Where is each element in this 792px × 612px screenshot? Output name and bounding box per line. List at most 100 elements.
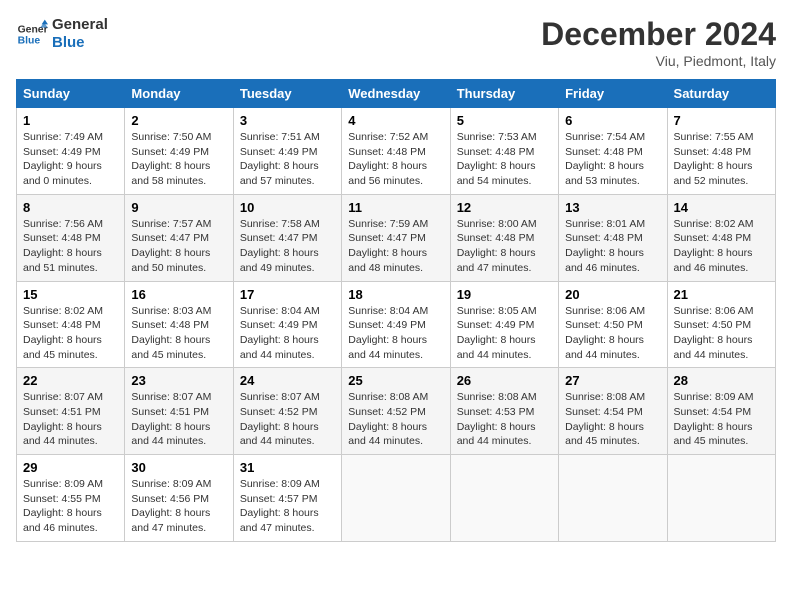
day-info: Sunrise: 7:54 AMSunset: 4:48 PMDaylight:… xyxy=(565,130,660,189)
weekday-header-saturday: Saturday xyxy=(667,80,775,108)
day-number: 14 xyxy=(674,200,769,215)
day-info: Sunrise: 8:08 AMSunset: 4:53 PMDaylight:… xyxy=(457,390,552,449)
title-block: December 2024 Viu, Piedmont, Italy xyxy=(541,16,776,69)
calendar-cell: 8Sunrise: 7:56 AMSunset: 4:48 PMDaylight… xyxy=(17,194,125,281)
calendar-cell: 20Sunrise: 8:06 AMSunset: 4:50 PMDayligh… xyxy=(559,281,667,368)
calendar-cell xyxy=(667,455,775,542)
day-number: 15 xyxy=(23,287,118,302)
calendar-cell: 30 Sunrise: 8:09 AMSunset: 4:56 PMDayligh… xyxy=(125,455,233,542)
day-number: 17 xyxy=(240,287,335,302)
day-info: Sunrise: 8:01 AMSunset: 4:48 PMDaylight:… xyxy=(565,217,660,276)
day-number: 13 xyxy=(565,200,660,215)
day-number: 10 xyxy=(240,200,335,215)
day-number: 19 xyxy=(457,287,552,302)
calendar-cell: 26 Sunrise: 8:08 AMSunset: 4:53 PMDayligh… xyxy=(450,368,558,455)
day-info: Sunrise: 8:09 AMSunset: 4:54 PMDaylight:… xyxy=(674,390,769,449)
day-info: Sunrise: 8:08 AMSunset: 4:52 PMDaylight:… xyxy=(348,390,443,449)
day-info: Sunrise: 7:49 AMSunset: 4:49 PMDaylight:… xyxy=(23,130,118,189)
day-info: Sunrise: 7:59 AMSunset: 4:47 PMDaylight:… xyxy=(348,217,443,276)
weekday-header-wednesday: Wednesday xyxy=(342,80,450,108)
day-number: 3 xyxy=(240,113,335,128)
calendar-cell: 13 Sunrise: 8:01 AMSunset: 4:48 PMDayligh… xyxy=(559,194,667,281)
day-info: Sunrise: 8:06 AMSunset: 4:50 PMDaylight:… xyxy=(674,304,769,363)
location-subtitle: Viu, Piedmont, Italy xyxy=(541,53,776,69)
day-info: Sunrise: 8:07 AMSunset: 4:51 PMDaylight:… xyxy=(131,390,226,449)
calendar-cell: 24 Sunrise: 8:07 AMSunset: 4:52 PMDayligh… xyxy=(233,368,341,455)
calendar-cell: 4 Sunrise: 7:52 AMSunset: 4:48 PMDaylight… xyxy=(342,108,450,195)
day-info: Sunrise: 8:03 AMSunset: 4:48 PMDaylight:… xyxy=(131,304,226,363)
day-number: 9 xyxy=(131,200,226,215)
day-info: Sunrise: 8:00 AMSunset: 4:48 PMDaylight:… xyxy=(457,217,552,276)
day-info: Sunrise: 8:08 AMSunset: 4:54 PMDaylight:… xyxy=(565,390,660,449)
day-number: 30 xyxy=(131,460,226,475)
day-number: 7 xyxy=(674,113,769,128)
calendar-cell: 3 Sunrise: 7:51 AMSunset: 4:49 PMDaylight… xyxy=(233,108,341,195)
weekday-header-thursday: Thursday xyxy=(450,80,558,108)
calendar-cell xyxy=(559,455,667,542)
calendar-cell: 12 Sunrise: 8:00 AMSunset: 4:48 PMDayligh… xyxy=(450,194,558,281)
day-number: 29 xyxy=(23,460,118,475)
calendar-cell: 25Sunrise: 8:08 AMSunset: 4:52 PMDayligh… xyxy=(342,368,450,455)
calendar-week-row: 1 Sunrise: 7:49 AMSunset: 4:49 PMDaylight… xyxy=(17,108,776,195)
calendar-week-row: 22Sunrise: 8:07 AMSunset: 4:51 PMDayligh… xyxy=(17,368,776,455)
day-number: 11 xyxy=(348,200,443,215)
day-info: Sunrise: 7:55 AMSunset: 4:48 PMDaylight:… xyxy=(674,130,769,189)
calendar-cell: 11 Sunrise: 7:59 AMSunset: 4:47 PMDayligh… xyxy=(342,194,450,281)
calendar-cell: 23 Sunrise: 8:07 AMSunset: 4:51 PMDayligh… xyxy=(125,368,233,455)
day-number: 6 xyxy=(565,113,660,128)
day-number: 18 xyxy=(348,287,443,302)
weekday-header-friday: Friday xyxy=(559,80,667,108)
svg-text:Blue: Blue xyxy=(18,36,41,47)
calendar-cell: 16 Sunrise: 8:03 AMSunset: 4:48 PMDayligh… xyxy=(125,281,233,368)
day-info: Sunrise: 8:04 AMSunset: 4:49 PMDaylight:… xyxy=(348,304,443,363)
calendar-cell: 9 Sunrise: 7:57 AMSunset: 4:47 PMDaylight… xyxy=(125,194,233,281)
day-info: Sunrise: 8:02 AMSunset: 4:48 PMDaylight:… xyxy=(674,217,769,276)
logo-line1: General xyxy=(52,16,108,34)
logo-line2: Blue xyxy=(52,34,108,52)
day-number: 1 xyxy=(23,113,118,128)
day-info: Sunrise: 7:52 AMSunset: 4:48 PMDaylight:… xyxy=(348,130,443,189)
day-number: 4 xyxy=(348,113,443,128)
calendar-cell xyxy=(450,455,558,542)
day-number: 21 xyxy=(674,287,769,302)
day-number: 31 xyxy=(240,460,335,475)
day-number: 27 xyxy=(565,373,660,388)
calendar-cell: 15Sunrise: 8:02 AMSunset: 4:48 PMDayligh… xyxy=(17,281,125,368)
day-info: Sunrise: 7:58 AMSunset: 4:47 PMDaylight:… xyxy=(240,217,335,276)
day-number: 28 xyxy=(674,373,769,388)
calendar-cell: 2Sunrise: 7:50 AMSunset: 4:49 PMDaylight… xyxy=(125,108,233,195)
calendar-week-row: 8Sunrise: 7:56 AMSunset: 4:48 PMDaylight… xyxy=(17,194,776,281)
day-info: Sunrise: 7:57 AMSunset: 4:47 PMDaylight:… xyxy=(131,217,226,276)
day-number: 8 xyxy=(23,200,118,215)
weekday-header-row: SundayMondayTuesdayWednesdayThursdayFrid… xyxy=(17,80,776,108)
calendar-cell: 29Sunrise: 8:09 AMSunset: 4:55 PMDayligh… xyxy=(17,455,125,542)
day-info: Sunrise: 7:50 AMSunset: 4:49 PMDaylight:… xyxy=(131,130,226,189)
calendar-cell: 7 Sunrise: 7:55 AMSunset: 4:48 PMDaylight… xyxy=(667,108,775,195)
calendar-cell: 5 Sunrise: 7:53 AMSunset: 4:48 PMDaylight… xyxy=(450,108,558,195)
calendar-cell: 19 Sunrise: 8:05 AMSunset: 4:49 PMDayligh… xyxy=(450,281,558,368)
month-title: December 2024 xyxy=(541,16,776,53)
day-number: 16 xyxy=(131,287,226,302)
calendar-cell xyxy=(342,455,450,542)
calendar-table: SundayMondayTuesdayWednesdayThursdayFrid… xyxy=(16,79,776,542)
day-info: Sunrise: 8:09 AMSunset: 4:57 PMDaylight:… xyxy=(240,477,335,536)
day-info: Sunrise: 8:05 AMSunset: 4:49 PMDaylight:… xyxy=(457,304,552,363)
day-number: 26 xyxy=(457,373,552,388)
day-info: Sunrise: 7:53 AMSunset: 4:48 PMDaylight:… xyxy=(457,130,552,189)
calendar-week-row: 29Sunrise: 8:09 AMSunset: 4:55 PMDayligh… xyxy=(17,455,776,542)
weekday-header-tuesday: Tuesday xyxy=(233,80,341,108)
day-info: Sunrise: 8:09 AMSunset: 4:56 PMDaylight:… xyxy=(131,477,226,536)
calendar-cell: 21 Sunrise: 8:06 AMSunset: 4:50 PMDayligh… xyxy=(667,281,775,368)
day-info: Sunrise: 8:06 AMSunset: 4:50 PMDaylight:… xyxy=(565,304,660,363)
day-info: Sunrise: 8:04 AMSunset: 4:49 PMDaylight:… xyxy=(240,304,335,363)
day-number: 23 xyxy=(131,373,226,388)
day-info: Sunrise: 7:51 AMSunset: 4:49 PMDaylight:… xyxy=(240,130,335,189)
weekday-header-monday: Monday xyxy=(125,80,233,108)
day-info: Sunrise: 8:07 AMSunset: 4:52 PMDaylight:… xyxy=(240,390,335,449)
day-number: 5 xyxy=(457,113,552,128)
calendar-cell: 17 Sunrise: 8:04 AMSunset: 4:49 PMDayligh… xyxy=(233,281,341,368)
calendar-cell: 31 Sunrise: 8:09 AMSunset: 4:57 PMDayligh… xyxy=(233,455,341,542)
day-number: 12 xyxy=(457,200,552,215)
day-number: 24 xyxy=(240,373,335,388)
calendar-cell: 18 Sunrise: 8:04 AMSunset: 4:49 PMDayligh… xyxy=(342,281,450,368)
